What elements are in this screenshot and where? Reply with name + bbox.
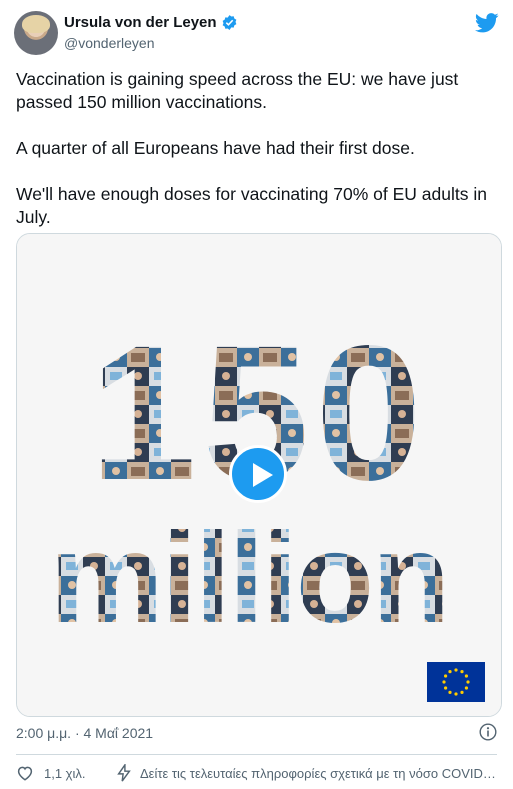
divider (16, 754, 497, 755)
author-name[interactable]: Ursula von der Leyen (64, 14, 217, 31)
eu-flag-logo (427, 662, 485, 702)
author-handle[interactable]: @vonderleyen (64, 35, 155, 51)
headline-word: million (50, 507, 448, 650)
covid-info-link[interactable]: Δείτε τις τελευταίες πληροφορίες σχετικά… (116, 764, 500, 782)
avatar[interactable] (14, 11, 58, 55)
lightning-icon (117, 764, 131, 782)
covid-info-text: Δείτε τις τελευταίες πληροφορίες σχετικά… (140, 765, 500, 781)
tweet-text: Vaccination is gaining speed across the … (16, 69, 487, 227)
like-button[interactable]: 1,1 χιλ. (16, 764, 116, 782)
video-media[interactable]: 150 million (16, 233, 502, 717)
tweet-actions: 1,1 χιλ. Δείτε τις τελευταίες πληροφορίε… (16, 763, 502, 783)
info-icon[interactable] (479, 723, 497, 741)
like-count: 1,1 χιλ. (44, 765, 86, 781)
tweet-card: Ursula von der Leyen @vonderleyen Vaccin… (0, 0, 513, 789)
verified-badge-icon (222, 15, 236, 30)
tweet-timestamp[interactable]: 2:00 μ.μ. · 4 Μαΐ 2021 (16, 725, 153, 741)
play-button[interactable] (229, 445, 287, 503)
twitter-bird-icon[interactable] (475, 13, 499, 33)
heart-icon (17, 766, 33, 781)
author-name-row: Ursula von der Leyen (64, 14, 238, 31)
